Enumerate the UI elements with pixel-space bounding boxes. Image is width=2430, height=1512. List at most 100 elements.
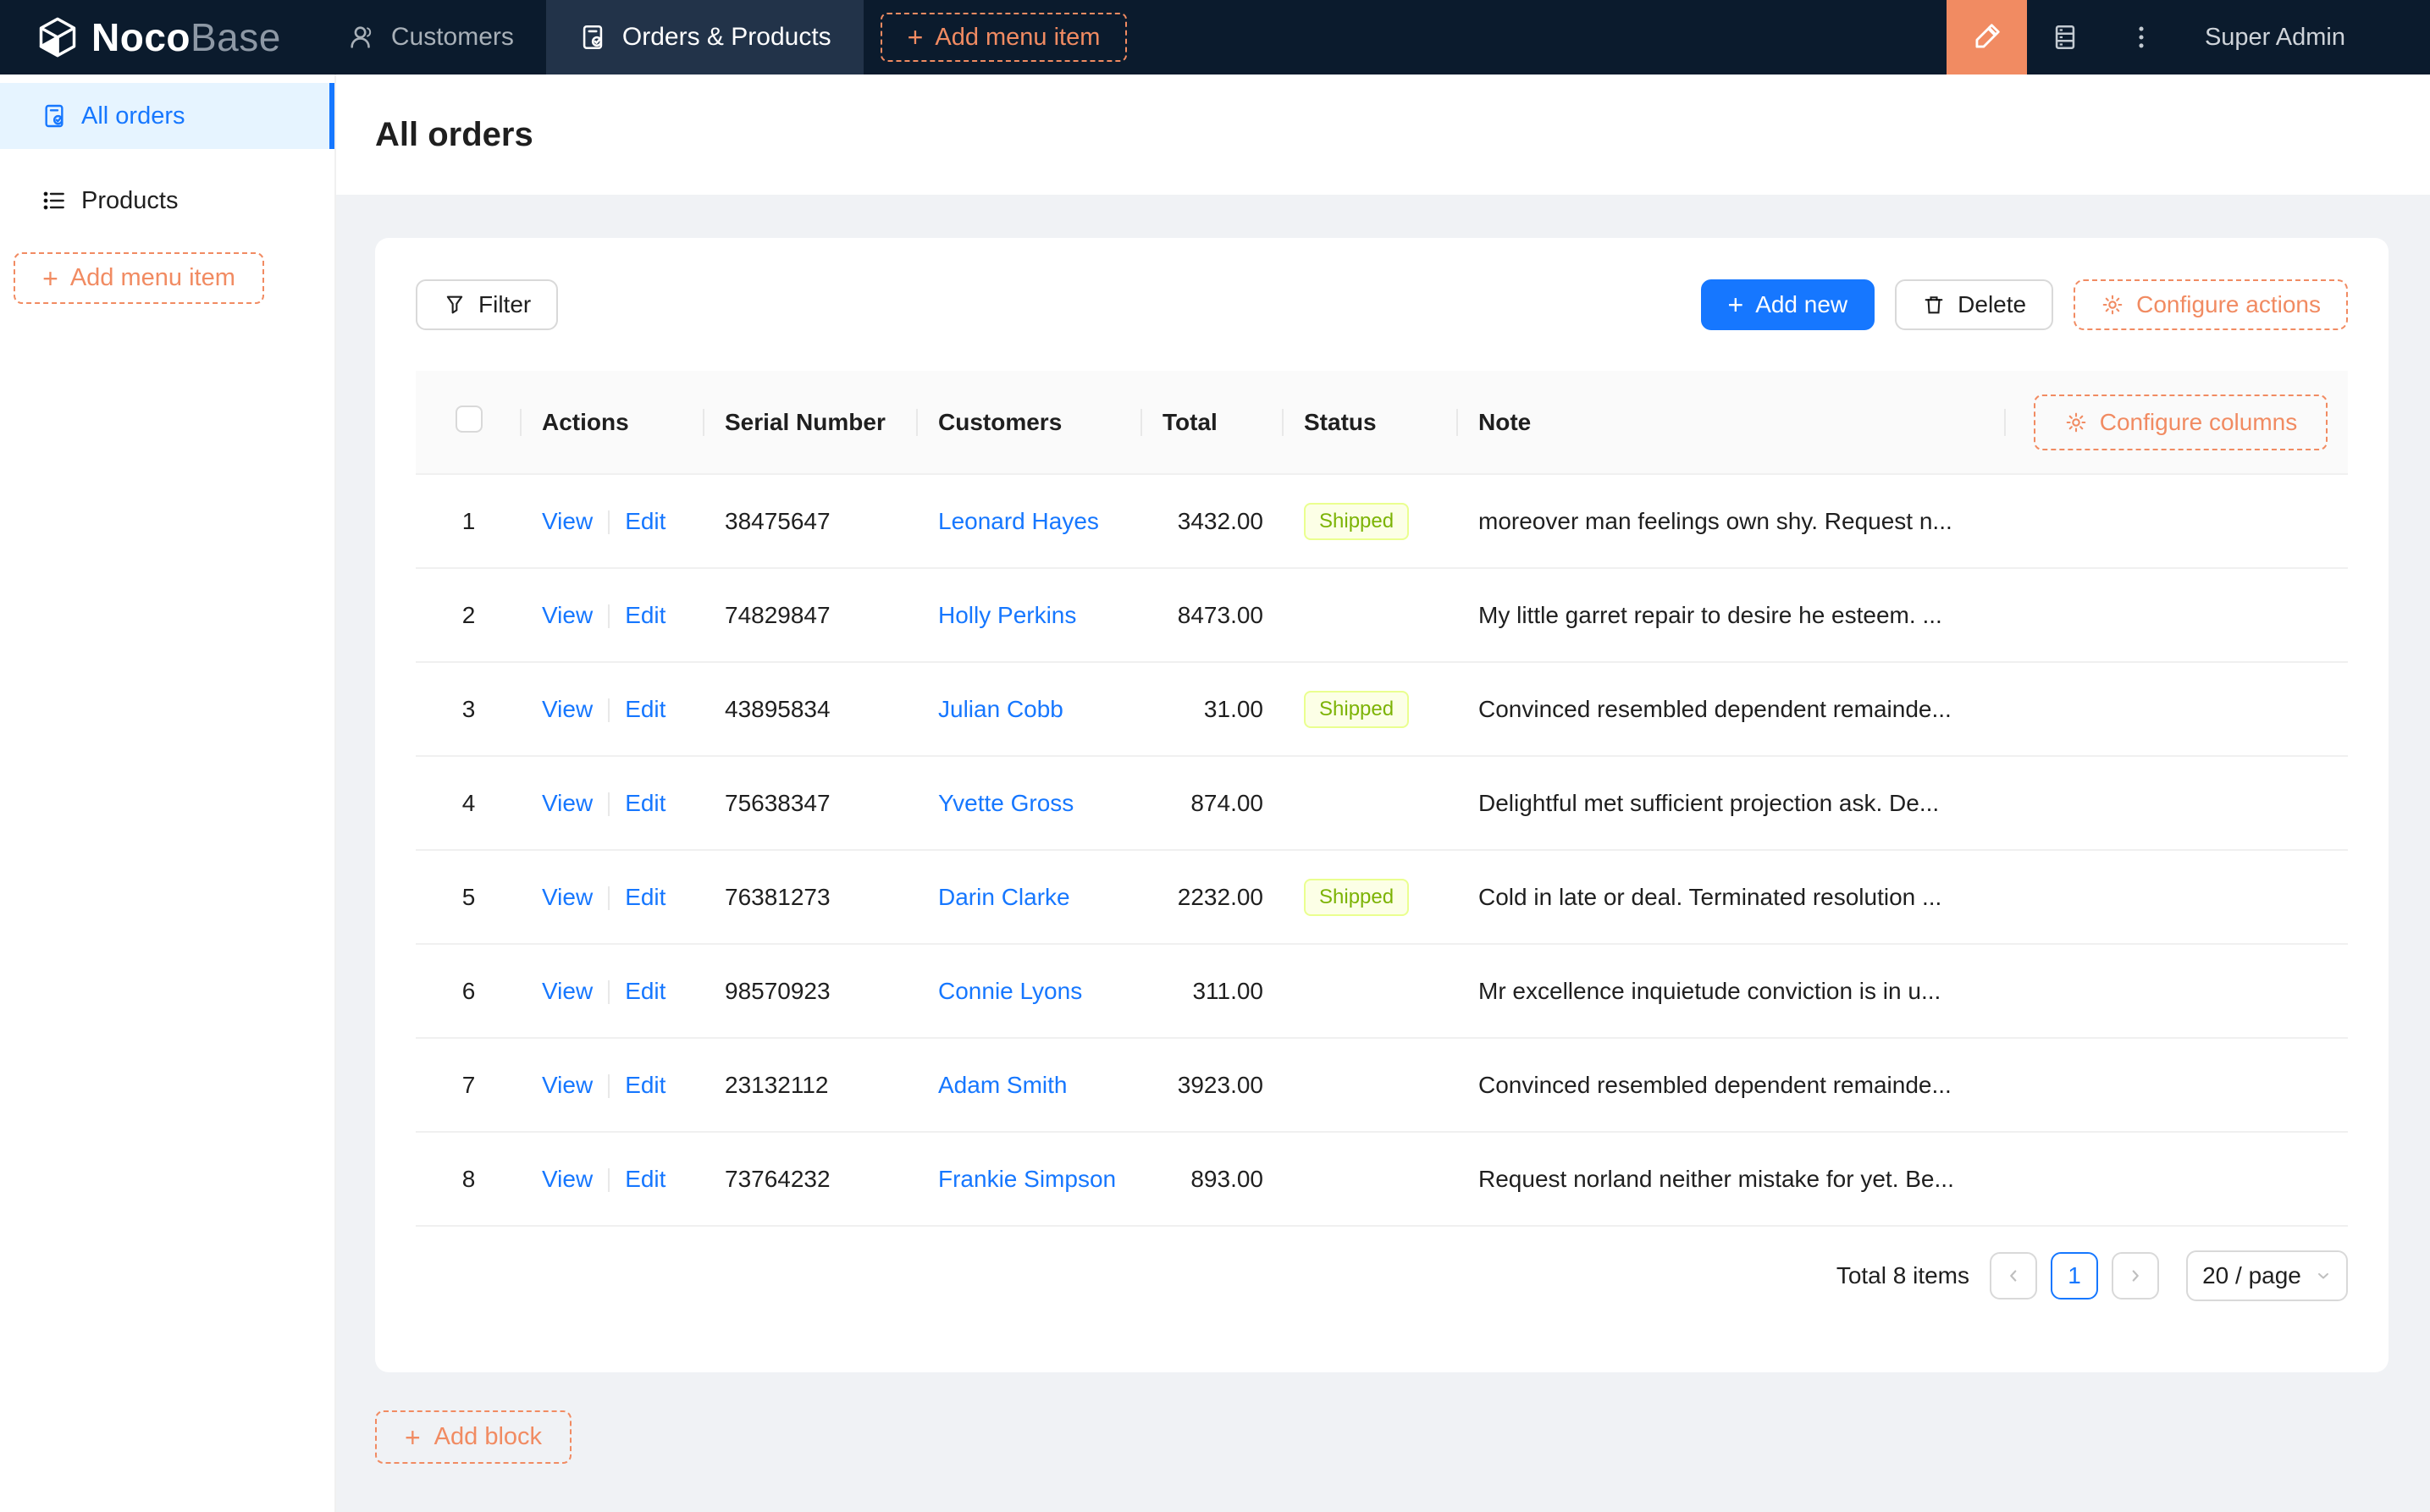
column-header-customers: Customers — [918, 371, 1142, 475]
divider — [608, 1074, 610, 1099]
pagination-page-1[interactable]: 1 — [2051, 1252, 2098, 1300]
view-link[interactable]: View — [542, 1072, 593, 1098]
total-cell: 2232.00 — [1142, 850, 1284, 945]
sidebar-item-products[interactable]: Products — [0, 168, 334, 234]
sidebar-item-label: Products — [81, 186, 179, 214]
edit-link[interactable]: Edit — [625, 508, 665, 534]
divider — [608, 604, 610, 629]
column-header-status: Status — [1284, 371, 1458, 475]
nav-add-menu-item-button[interactable]: + Add menu item — [880, 13, 1128, 62]
row-index: 3 — [416, 662, 522, 757]
plus-icon: + — [404, 1421, 421, 1453]
customer-link[interactable]: Connie Lyons — [938, 978, 1082, 1004]
page-size-value: 20 / page — [2202, 1262, 2301, 1289]
view-link[interactable]: View — [542, 884, 593, 910]
select-all-checkbox[interactable] — [455, 406, 483, 433]
orders-table-block: Filter + Add new Delete Configure action… — [375, 238, 2389, 1372]
column-header-actions: Actions — [522, 371, 704, 475]
nav-tabs: Customers Orders & Products — [315, 0, 864, 74]
edit-link[interactable]: Edit — [625, 1166, 665, 1192]
sidebar-add-menu-item-button[interactable]: + Add menu item — [14, 252, 264, 304]
row-index: 4 — [416, 756, 522, 851]
page-header: All orders — [336, 74, 2430, 195]
status-badge: Shipped — [1304, 690, 1410, 728]
delete-button[interactable]: Delete — [1895, 279, 2054, 330]
divider — [608, 1168, 610, 1193]
nav-right-cluster: Super Admin — [1946, 0, 2430, 74]
customer-link[interactable]: Leonard Hayes — [938, 508, 1099, 534]
total-cell: 31.00 — [1142, 662, 1284, 757]
configure-columns-button[interactable]: Configure columns — [2034, 394, 2328, 450]
column-header-serial: Serial Number — [704, 371, 918, 475]
plus-icon: + — [1727, 290, 1744, 320]
edit-link[interactable]: Edit — [625, 602, 665, 628]
edit-link[interactable]: Edit — [625, 696, 665, 722]
edit-link[interactable]: Edit — [625, 884, 665, 910]
pagination-next-button[interactable] — [2112, 1252, 2159, 1300]
trash-icon — [1925, 296, 1943, 314]
user-menu[interactable]: Super Admin — [2179, 24, 2430, 52]
edit-link[interactable]: Edit — [625, 978, 665, 1004]
configure-actions-button[interactable]: Configure actions — [2074, 279, 2348, 330]
total-cell: 3432.00 — [1142, 474, 1284, 569]
tab-label: Customers — [390, 23, 514, 51]
orders-table: Actions Serial Number Customers Total St… — [416, 371, 2348, 1227]
serial-cell: 23132112 — [704, 1038, 918, 1133]
server-icon — [2055, 25, 2075, 50]
serial-cell: 98570923 — [704, 944, 918, 1039]
serial-cell: 75638347 — [704, 756, 918, 851]
server-button[interactable] — [2027, 0, 2103, 74]
content-area: Filter + Add new Delete Configure action… — [336, 195, 2430, 1464]
view-link[interactable]: View — [542, 1166, 593, 1192]
customer-link[interactable]: Yvette Gross — [938, 790, 1074, 816]
note-cell: moreover man feelings own shy. Request n… — [1458, 474, 2006, 569]
divider — [608, 792, 610, 817]
customer-link[interactable]: Julian Cobb — [938, 696, 1063, 722]
pagination-total: Total 8 items — [1836, 1262, 1969, 1289]
chevron-left-icon — [2010, 1270, 2017, 1282]
add-new-button[interactable]: + Add new — [1700, 279, 1875, 330]
table-row: 1 View Edit 38475647 Leonard Hayes 3432.0… — [416, 474, 2348, 569]
pagination: Total 8 items 1 20 / page — [416, 1250, 2348, 1301]
row-index: 7 — [416, 1038, 522, 1133]
add-block-button[interactable]: + Add block — [375, 1410, 572, 1464]
row-index: 8 — [416, 1132, 522, 1227]
view-link[interactable]: View — [542, 978, 593, 1004]
table-toolbar: Filter + Add new Delete Configure action… — [416, 279, 2348, 330]
serial-cell: 43895834 — [704, 662, 918, 757]
table-row: 7 View Edit 23132112 Adam Smith 3923.00 C… — [416, 1038, 2348, 1133]
view-link[interactable]: View — [542, 508, 593, 534]
add-new-label: Add new — [1755, 291, 1848, 317]
edit-link[interactable]: Edit — [625, 1072, 665, 1098]
tab-orders-products[interactable]: Orders & Products — [545, 0, 864, 74]
highlighter-icon — [1975, 24, 2001, 48]
sidebar-item-label: All orders — [81, 102, 185, 130]
edit-link[interactable]: Edit — [625, 790, 665, 816]
note-cell: My little garret repair to desire he est… — [1458, 568, 2006, 663]
view-link[interactable]: View — [542, 602, 593, 628]
more-menu-button[interactable] — [2103, 0, 2179, 74]
ui-editor-button[interactable] — [1946, 0, 2027, 74]
note-cell: Convinced resembled dependent remainde..… — [1458, 662, 2006, 757]
pagination-prev-button[interactable] — [1990, 1252, 2037, 1300]
customer-link[interactable]: Holly Perkins — [938, 602, 1076, 628]
view-link[interactable]: View — [542, 696, 593, 722]
serial-cell: 74829847 — [704, 568, 918, 663]
page-size-select[interactable]: 20 / page — [2186, 1250, 2348, 1301]
row-index: 5 — [416, 850, 522, 945]
sidebar-item-all-orders[interactable]: All orders — [0, 83, 334, 149]
table-row: 4 View Edit 75638347 Yvette Gross 874.00 … — [416, 756, 2348, 851]
filter-button[interactable]: Filter — [416, 279, 559, 330]
customer-link[interactable]: Frankie Simpson — [938, 1166, 1116, 1192]
list-icon — [43, 191, 64, 210]
total-cell: 893.00 — [1142, 1132, 1284, 1227]
customer-link[interactable]: Darin Clarke — [938, 884, 1070, 910]
status-badge: Shipped — [1304, 502, 1410, 540]
tab-customers[interactable]: Customers — [315, 0, 546, 74]
serial-cell: 38475647 — [704, 474, 918, 569]
row-index: 1 — [416, 474, 522, 569]
plus-icon: + — [907, 22, 924, 52]
note-cell: Delightful met sufficient projection ask… — [1458, 756, 2006, 851]
view-link[interactable]: View — [542, 790, 593, 816]
customer-link[interactable]: Adam Smith — [938, 1072, 1068, 1098]
